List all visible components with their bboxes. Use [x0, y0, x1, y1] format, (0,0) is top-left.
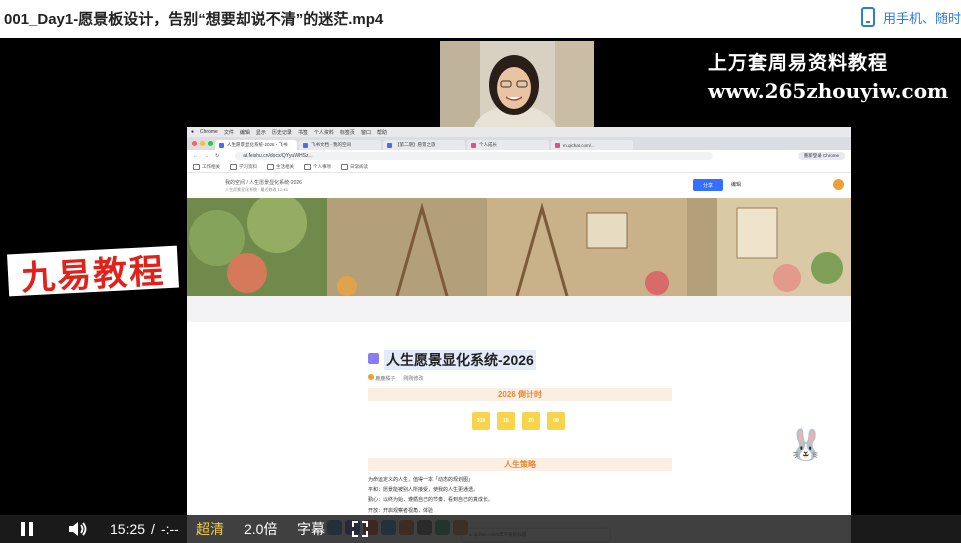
bookmark-folder[interactable]: 生活相关	[267, 163, 294, 170]
reload-icon[interactable]: ↻	[215, 153, 219, 159]
watermark-line2: www.265zhouyiw.com	[708, 79, 949, 103]
doc-modified: 刚刚修改	[403, 375, 424, 382]
countdown-boxes: 318 15 20 08	[472, 412, 565, 430]
edit-mode-button[interactable]: 编辑	[731, 181, 741, 188]
paragraph: 开放：开启观察者视角，体验	[368, 508, 434, 514]
watermark-line1: 上万套周易资料教程	[708, 53, 889, 74]
document-body: 人生愿景显化系统-2026 鹿鹿橘子 刚刚修改 2026 倒计时 318 15 …	[187, 322, 851, 543]
tab-favicon-icon	[387, 142, 392, 148]
bookmark-folder[interactable]: 日常阅读	[341, 163, 368, 170]
doc-header: 我的空间 / 人生愿景显化系统-2026 人生愿景显化系统 · 最近修改 12:…	[187, 173, 851, 198]
phone-icon	[860, 7, 875, 27]
strategy-heading: 人生策略	[368, 458, 672, 471]
breadcrumb-sub: 人生愿景显化系统 · 最近修改 12:46	[225, 187, 288, 192]
volume-icon	[69, 522, 87, 536]
browser-tab-bar: 人生愿景显化系统-2026 - 飞书 飞书文档 - 我的空间 【第二期】愿景之旅…	[187, 137, 851, 150]
countdown-heading: 2026 倒计时	[368, 388, 672, 401]
paragraph: 为命运定义的人生，值得一本「动态的规划图」	[368, 477, 474, 483]
screen-recording: ● Chrome 文件 编辑 显示 历史记录 书签 个人资料 标签页 窗口 帮助 人生愿景显化系统…	[187, 127, 851, 543]
time-total: -:--	[160, 521, 179, 537]
chrome-signin-button[interactable]: 重新登录 Chrome	[797, 152, 845, 160]
time-separator: /	[151, 521, 155, 537]
share-button[interactable]: 分享	[693, 179, 723, 191]
doc-title[interactable]: 人生愿景显化系统-2026	[384, 350, 536, 370]
logo-stamp: 九易教程	[7, 245, 179, 298]
mac-menu-bar: ● Chrome 文件 编辑 显示 历史记录 书签 个人资料 标签页 窗口 帮助	[187, 127, 851, 137]
doc-cover-banner	[187, 198, 851, 296]
watch-on-phone-link[interactable]: 用手机、随时	[860, 7, 961, 27]
quality-button[interactable]: 超清	[196, 519, 224, 539]
tab-favicon-icon	[303, 142, 308, 148]
fullscreen-icon	[352, 521, 368, 537]
countdown-days: 318	[472, 412, 490, 430]
back-icon[interactable]: ←	[193, 153, 198, 159]
author-name: 鹿鹿橘子	[375, 376, 396, 382]
browser-tab[interactable]: 飞书文档 - 我的空间	[299, 140, 381, 150]
volume-button[interactable]	[68, 520, 88, 538]
bunny-sticker-icon: 🐰	[787, 429, 825, 462]
doc-emoji-icon	[368, 353, 379, 364]
folder-icon	[341, 163, 348, 170]
video-title: 001_Day1-愿景板设计，告别“想要却说不清”的迷茫.mp4	[4, 11, 384, 28]
address-bar-row: ← → ↻ ai.feishu.cn/docx/QYyuWHSz... 重新登录…	[187, 150, 851, 162]
bookmark-folder[interactable]: 个人事项	[304, 163, 331, 170]
minimize-window-icon[interactable]	[200, 141, 205, 146]
time-display: 15:25 / -:--	[110, 521, 179, 537]
player-controls: 15:25 / -:-- 超清 2.0倍 字幕	[0, 515, 961, 543]
browser-tab[interactable]: 人生愿景显化系统-2026 - 飞书	[215, 140, 297, 150]
countdown-minutes: 20	[522, 412, 540, 430]
browser-tab[interactable]: 【第二期】愿景之旅	[383, 140, 465, 150]
paragraph: 平和：愿景能被别人所接受，使我的人生更通透。	[368, 487, 479, 493]
folder-icon	[304, 163, 311, 170]
speed-button[interactable]: 2.0倍	[244, 519, 277, 539]
subtitle-button[interactable]: 字幕	[297, 519, 325, 539]
tab-favicon-icon	[555, 142, 560, 148]
folder-icon	[193, 163, 200, 170]
author-avatar	[368, 374, 374, 380]
user-avatar[interactable]	[833, 179, 844, 190]
phone-link-label: 用手机、随时	[882, 10, 961, 26]
tab-favicon-icon	[219, 142, 224, 148]
bookmarks-bar: 工作相关 学习资料 生活相关 个人事项 日常阅读	[187, 162, 851, 173]
tab-favicon-icon	[471, 142, 476, 148]
window-controls	[192, 141, 213, 146]
bookmark-folder[interactable]: 工作相关	[193, 163, 220, 170]
breadcrumb[interactable]: 我的空间 / 人生愿景显化系统-2026	[225, 179, 302, 186]
bookmark-folder[interactable]: 学习资料	[230, 163, 257, 170]
maximize-window-icon[interactable]	[208, 141, 213, 146]
browser-tab[interactable]: m.qichat.com/...	[551, 140, 633, 150]
folder-icon	[267, 163, 274, 170]
video-player[interactable]: 上万套周易资料教程 www.265zhouyiw.com 九易教程 ● Chro…	[0, 38, 961, 543]
pause-button[interactable]	[20, 521, 34, 537]
webcam-presenter	[440, 41, 594, 127]
folder-icon	[230, 163, 237, 170]
forward-icon[interactable]: →	[204, 153, 209, 159]
browser-tab[interactable]: 个人成长	[467, 140, 549, 150]
doc-meta: 鹿鹿橘子 刚刚修改	[368, 374, 423, 382]
url-field[interactable]: ai.feishu.cn/docx/QYyuWHSz...	[235, 152, 714, 160]
title-bar: 001_Day1-愿景板设计，告别“想要却说不清”的迷茫.mp4 用手机、随时	[0, 0, 961, 38]
paragraph: 勤心：以终为始，遵循自己的节奏，看到自己的真成长。	[368, 497, 494, 503]
time-current: 15:25	[110, 521, 146, 537]
fullscreen-button[interactable]	[352, 521, 368, 537]
pause-icon	[21, 522, 33, 536]
countdown-seconds: 08	[547, 412, 565, 430]
close-window-icon[interactable]	[192, 141, 197, 146]
apple-icon: ●	[191, 129, 195, 135]
countdown-hours: 15	[497, 412, 515, 430]
